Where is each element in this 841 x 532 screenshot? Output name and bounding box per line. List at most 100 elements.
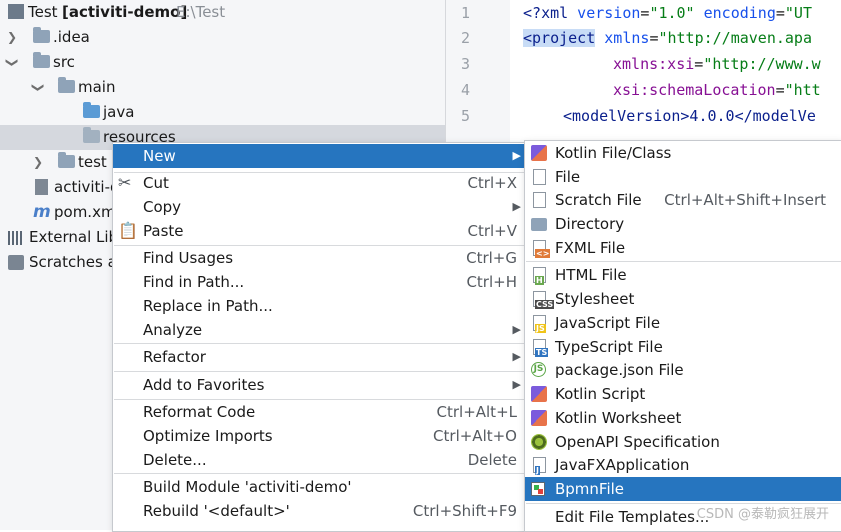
line-number: 5 (460, 107, 470, 125)
code-line-1: <?xml version="1.0" encoding="UT (523, 4, 812, 22)
html-icon: H (533, 267, 546, 285)
menu-item-cut[interactable]: ✂ Cut Ctrl+X (113, 171, 525, 195)
submenu-item-file[interactable]: File (525, 165, 841, 189)
maven-icon: m (33, 202, 51, 222)
submenu-item-directory[interactable]: Directory (525, 212, 841, 236)
menu-item-refactor[interactable]: Refactor ▶ (113, 345, 525, 369)
line-number: 1 (460, 4, 470, 22)
menu-item-paste[interactable]: 📋 Paste Ctrl+V (113, 219, 525, 243)
submenu-item-openapi[interactable]: OpenAPI Specification (525, 430, 841, 454)
submenu-item-package-json[interactable]: JS package.json File (525, 358, 841, 382)
menu-item-find-usages[interactable]: Find Usages Ctrl+G (113, 246, 525, 270)
tree-item-src[interactable]: ❯ src (0, 50, 445, 75)
kotlin-icon (531, 386, 547, 402)
line-number: 4 (460, 81, 470, 99)
tree-item-label: .idea (53, 28, 90, 46)
folder-icon (531, 218, 547, 231)
kotlin-icon (531, 145, 547, 161)
context-menu: New ▶ ✂ Cut Ctrl+X Copy ▶ 📋 Paste Ctrl+V… (112, 142, 526, 532)
css-icon: CSS (533, 291, 555, 309)
tree-item-label: src (53, 53, 75, 71)
code-line-3: xmlns:xsi="http://www.w (613, 55, 821, 73)
root-name: Test (28, 3, 58, 21)
submenu-arrow-icon: ▶ (512, 149, 521, 162)
watermark: CSDN @泰勒疯狂展开 (696, 507, 829, 522)
resources-folder-icon (83, 127, 100, 143)
file-icon (533, 169, 546, 185)
chevron-down-icon[interactable]: ❯ (26, 81, 51, 95)
submenu-item-javascript-file[interactable]: JS JavaScript File (525, 311, 841, 335)
submenu-item-fxml-file[interactable]: <> FXML File (525, 236, 841, 260)
folder-icon (58, 152, 75, 168)
root-module: [activiti-demo] (62, 3, 188, 21)
submenu-item-scratch-file[interactable]: Scratch File Ctrl+Alt+Shift+Insert (525, 188, 841, 212)
menu-separator (114, 343, 524, 344)
submenu-arrow-icon: ▶ (512, 350, 521, 363)
chevron-right-icon[interactable]: ❯ (31, 150, 45, 175)
menu-item-new[interactable]: New ▶ (113, 144, 525, 168)
submenu-item-kotlin-worksheet[interactable]: Kotlin Worksheet (525, 406, 841, 430)
menu-item-optimize-imports[interactable]: Optimize Imports Ctrl+Alt+O (113, 424, 525, 448)
tree-item-label: java (103, 103, 135, 121)
menu-separator (114, 473, 524, 474)
menu-item-rebuild[interactable]: Rebuild '<default>' Ctrl+Shift+F9 (113, 499, 525, 523)
submenu-arrow-icon: ▶ (512, 323, 521, 336)
nodejs-icon: JS (531, 362, 546, 377)
menu-item-build-module[interactable]: Build Module 'activiti-demo' (113, 475, 525, 499)
menu-item-delete[interactable]: Delete... Delete (113, 448, 525, 472)
folder-icon (58, 77, 75, 93)
tree-item-label: pom.xml (54, 203, 120, 221)
chevron-right-icon[interactable]: ❯ (5, 25, 19, 50)
kotlin-icon (531, 410, 547, 426)
tree-item-label: Scratches ar (29, 253, 123, 271)
menu-separator (526, 261, 841, 262)
line-number: 2 (460, 29, 470, 47)
code-line-2: <project xmlns="http://maven.apa (523, 29, 812, 47)
bpmn-icon (531, 482, 545, 496)
scratches-icon (8, 255, 24, 270)
menu-item-reformat-code[interactable]: Reformat Code Ctrl+Alt+L (113, 400, 525, 424)
new-submenu: Kotlin File/Class File Scratch File Ctrl… (524, 140, 841, 532)
tree-item-label: test (78, 153, 107, 171)
menu-item-analyze[interactable]: Analyze ▶ (113, 318, 525, 342)
openapi-icon (531, 434, 547, 450)
tree-item-label: activiti-d (54, 178, 120, 196)
fxml-icon: <> (533, 240, 551, 258)
library-icon (8, 231, 24, 245)
submenu-item-typescript-file[interactable]: TS TypeScript File (525, 335, 841, 359)
submenu-item-html-file[interactable]: H HTML File (525, 263, 841, 287)
ts-icon: TS (533, 339, 549, 357)
submenu-item-bpmn-file[interactable]: BpmnFile (525, 477, 841, 501)
root-path: E:\Test (176, 3, 226, 21)
folder-icon (33, 27, 50, 43)
tree-item-label: External Lib (29, 228, 119, 246)
tree-root-row[interactable]: Test [activiti-demo] E:\Test (0, 0, 445, 25)
tree-item-java[interactable]: java (0, 100, 445, 125)
menu-item-copy[interactable]: Copy ▶ (113, 195, 525, 219)
code-line-4: xsi:schemaLocation="htt (613, 81, 821, 99)
scissors-icon: ✂ (118, 173, 132, 192)
submenu-arrow-icon: ▶ (512, 200, 521, 213)
tree-item-idea[interactable]: ❯ .idea (0, 25, 445, 50)
menu-item-replace-in-path[interactable]: Replace in Path... (113, 294, 525, 318)
code-line-5: <modelVersion>4.0.0</modelVe (563, 107, 816, 125)
clipboard-icon: 📋 (118, 221, 138, 240)
submenu-arrow-icon: ▶ (512, 378, 521, 391)
submenu-item-kotlin-file[interactable]: Kotlin File/Class (525, 141, 841, 165)
javafx-icon: J (533, 457, 546, 475)
chevron-down-icon[interactable]: ❯ (0, 56, 25, 70)
tree-item-label: main (78, 78, 116, 96)
submenu-item-stylesheet[interactable]: CSS Stylesheet (525, 287, 841, 311)
folder-icon (33, 52, 50, 68)
menu-separator (114, 371, 524, 372)
tree-item-main[interactable]: ❯ main (0, 75, 445, 100)
source-folder-icon (83, 102, 100, 118)
module-icon (8, 4, 24, 19)
menu-item-add-to-favorites[interactable]: Add to Favorites ▶ (113, 373, 525, 397)
line-number: 3 (460, 55, 470, 73)
menu-item-find-in-path[interactable]: Find in Path... Ctrl+H (113, 270, 525, 294)
js-icon: JS (533, 315, 546, 333)
submenu-item-javafx-application[interactable]: J JavaFXApplication (525, 453, 841, 477)
submenu-item-kotlin-script[interactable]: Kotlin Script (525, 382, 841, 406)
iml-file-icon (35, 179, 48, 195)
